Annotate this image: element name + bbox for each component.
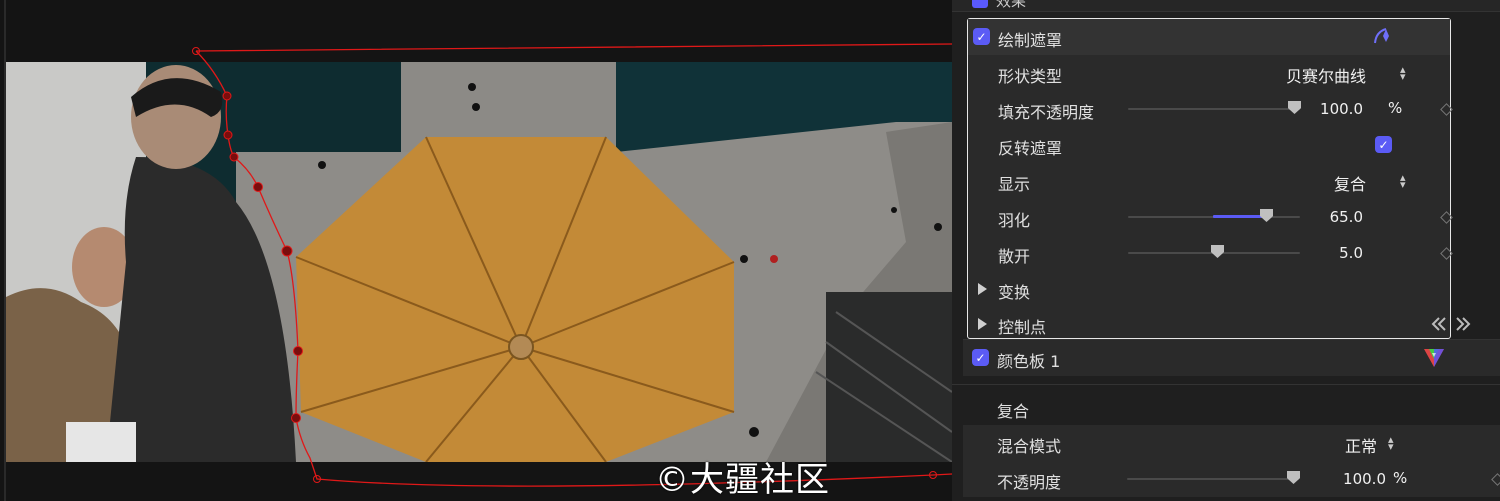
color-board-effect[interactable]: ✓ 颜色板 1 bbox=[963, 339, 1500, 376]
effects-section-header[interactable]: 效果 bbox=[952, 0, 1500, 12]
spread-row: 散开 5.0 bbox=[968, 235, 1453, 271]
spread-value[interactable]: 5.0 bbox=[1283, 244, 1363, 262]
shape-type-row: 形状类型 贝赛尔曲线 ▴ ▾ bbox=[968, 55, 1450, 91]
color-board-icon[interactable] bbox=[1423, 347, 1445, 369]
popup-arrows-icon[interactable]: ▴ ▾ bbox=[1388, 434, 1394, 452]
video-viewer[interactable]: ©大疆社区 bbox=[0, 0, 952, 501]
composite-section: 复合 混合模式 正常 ▴ ▾ 不透明度 100.0 % bbox=[952, 384, 1500, 501]
fill-opacity-label: 填充不透明度 bbox=[998, 103, 1095, 122]
color-board-checkbox[interactable]: ✓ bbox=[972, 349, 989, 366]
keyframe-diamond-icon[interactable] bbox=[1440, 211, 1453, 224]
opacity-row: 不透明度 100.0 % bbox=[963, 461, 1500, 497]
popup-arrows-icon[interactable]: ▴ ▾ bbox=[1400, 64, 1406, 82]
fill-opacity-value[interactable]: 100.0 bbox=[1283, 100, 1363, 118]
shape-type-label: 形状类型 bbox=[998, 67, 1063, 86]
disclosure-triangle-icon[interactable] bbox=[978, 318, 987, 330]
disclosure-triangle-icon[interactable] bbox=[978, 283, 987, 295]
control-points-row[interactable]: 控制点 bbox=[968, 306, 1471, 342]
display-label: 显示 bbox=[998, 175, 1031, 194]
fill-opacity-slider-track[interactable] bbox=[1128, 108, 1300, 110]
blend-mode-row: 混合模式 正常 ▴ ▾ bbox=[963, 425, 1500, 461]
spread-label: 散开 bbox=[998, 247, 1031, 266]
keyframe-diamond-icon[interactable] bbox=[1440, 247, 1453, 260]
effects-section-label: 效果 bbox=[996, 0, 1027, 10]
draw-mask-checkbox[interactable]: ✓ bbox=[973, 28, 990, 45]
color-board-label: 颜色板 1 bbox=[997, 352, 1061, 371]
feather-row: 羽化 65.0 bbox=[968, 199, 1453, 235]
transform-row[interactable]: 变换 bbox=[968, 271, 1450, 307]
blend-mode-popup[interactable]: 正常 bbox=[1345, 433, 1377, 457]
watermark: ©大疆社区 bbox=[655, 460, 830, 500]
video-frame bbox=[6, 62, 952, 462]
feather-slider-knob[interactable] bbox=[1260, 209, 1273, 222]
transform-label: 变换 bbox=[998, 283, 1031, 302]
keyframe-diamond-icon[interactable] bbox=[1440, 103, 1453, 116]
opacity-label: 不透明度 bbox=[997, 473, 1062, 492]
inspector-panel: 效果 ✓ 绘制遮罩 形状类型 贝赛尔曲线 ▴▾ 填充不透明度 100.0 % bbox=[952, 0, 1500, 501]
draw-mask-label: 绘制遮罩 bbox=[998, 31, 1063, 50]
opacity-value[interactable]: 100.0 bbox=[1306, 470, 1386, 488]
display-row: 显示 复合 ▴ ▾ bbox=[968, 163, 1450, 199]
feather-label: 羽化 bbox=[998, 211, 1031, 230]
fill-opacity-row: 填充不透明度 100.0 % bbox=[968, 91, 1453, 127]
effects-checkbox[interactable] bbox=[972, 0, 988, 8]
spread-slider-knob[interactable] bbox=[1211, 245, 1224, 258]
draw-mask-header[interactable]: ✓ 绘制遮罩 bbox=[968, 19, 1450, 55]
composite-title: 复合 bbox=[997, 402, 1030, 421]
opacity-slider-knob[interactable] bbox=[1287, 471, 1300, 484]
aerial-scene bbox=[6, 62, 952, 462]
feather-value[interactable]: 65.0 bbox=[1283, 208, 1363, 226]
fill-opacity-unit: % bbox=[1388, 99, 1403, 117]
invert-mask-row: 反转遮罩 ✓ bbox=[968, 127, 1450, 163]
blend-mode-label: 混合模式 bbox=[997, 437, 1062, 456]
opacity-unit: % bbox=[1393, 469, 1408, 487]
control-points-label: 控制点 bbox=[998, 318, 1047, 337]
next-point-icon[interactable] bbox=[1454, 317, 1472, 331]
opacity-slider-track[interactable] bbox=[1127, 478, 1299, 480]
keyframe-diamond-icon[interactable] bbox=[1491, 473, 1500, 486]
invert-mask-checkbox[interactable]: ✓ bbox=[1375, 136, 1392, 153]
pen-tool-icon[interactable] bbox=[1372, 26, 1394, 46]
previous-point-icon[interactable] bbox=[1430, 317, 1448, 331]
shape-type-popup[interactable]: 贝赛尔曲线 bbox=[1286, 63, 1366, 87]
popup-arrows-icon[interactable]: ▴ ▾ bbox=[1400, 172, 1406, 190]
invert-mask-label: 反转遮罩 bbox=[998, 139, 1063, 158]
draw-mask-effect: ✓ 绘制遮罩 形状类型 贝赛尔曲线 ▴ ▾ 填充不透明度 100.0 % 反转遮罩… bbox=[967, 18, 1471, 342]
display-popup[interactable]: 复合 bbox=[1334, 171, 1366, 195]
feather-slider-fill bbox=[1213, 215, 1263, 218]
